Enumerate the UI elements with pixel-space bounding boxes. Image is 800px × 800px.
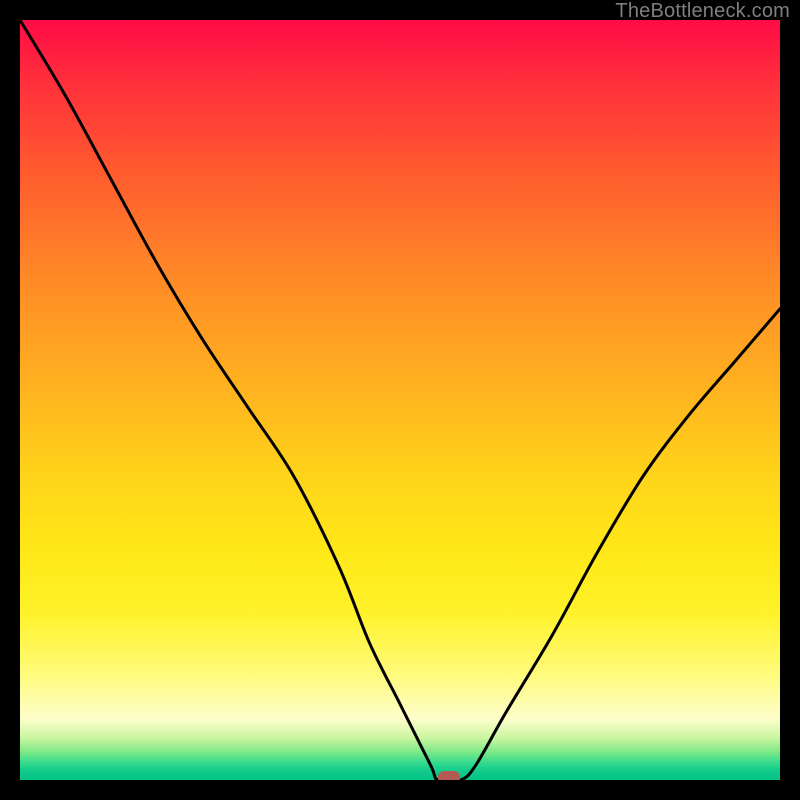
watermark-text: TheBottleneck.com — [615, 0, 790, 23]
optimal-marker — [438, 771, 460, 781]
chart-frame: TheBottleneck.com — [0, 0, 800, 800]
plot-area — [20, 20, 780, 780]
bottleneck-curve — [20, 20, 780, 780]
